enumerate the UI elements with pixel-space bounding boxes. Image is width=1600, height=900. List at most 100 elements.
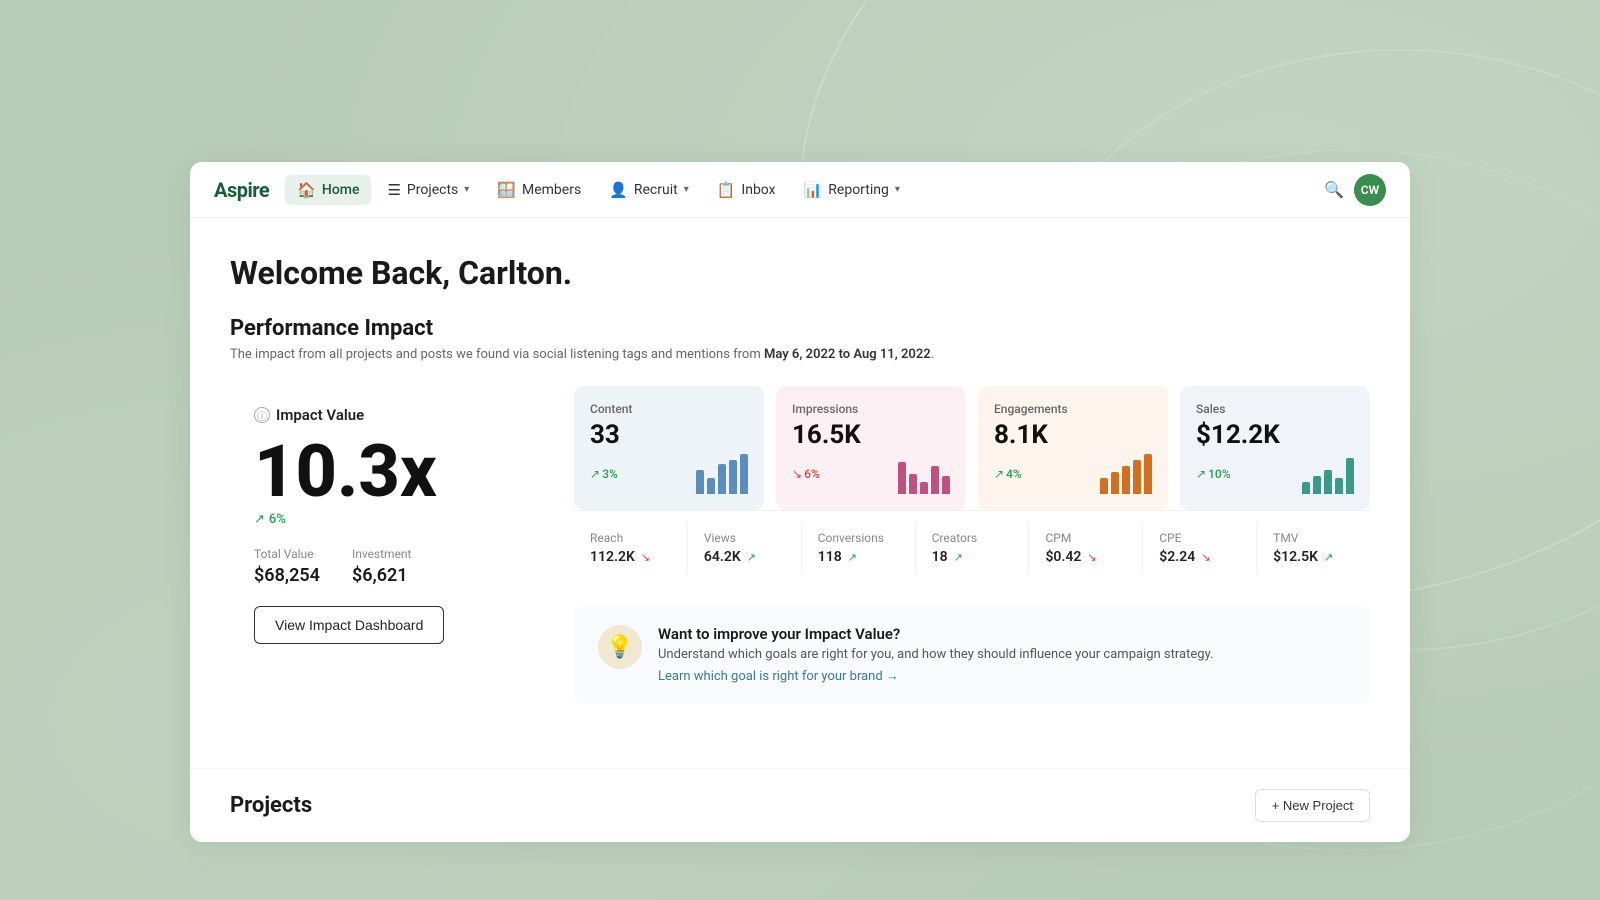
- main-container: Aspire 🏠 Home ☰ Projects ▾ 🪟 Members 👤 R…: [190, 162, 1410, 842]
- content-metric-card: Content 33 ↗ 3%: [574, 386, 764, 510]
- improve-impact-card: 💡 Want to improve your Impact Value? Und…: [574, 605, 1370, 704]
- stat-conversions-trend: ↗: [848, 551, 857, 564]
- user-avatar[interactable]: CW: [1354, 174, 1386, 206]
- impact-label: Impact Value: [276, 406, 364, 424]
- improve-title: Want to improve your Impact Value?: [658, 625, 1213, 643]
- content-card-value: 33: [590, 420, 748, 450]
- sales-bar-3: [1324, 470, 1332, 494]
- metric-cards-grid: Content 33 ↗ 3%: [574, 386, 1370, 510]
- impressions-card-footer: ↘ 6%: [792, 454, 950, 494]
- stat-reach-value-row: 112.2K ↘: [590, 549, 671, 565]
- reporting-icon: 📊: [804, 181, 823, 199]
- nav-projects-label: Projects: [407, 182, 458, 198]
- nav-projects[interactable]: ☰ Projects ▾: [375, 175, 481, 205]
- content-card-footer: ↗ 3%: [590, 454, 748, 494]
- stat-creators-trend: ↗: [954, 551, 963, 564]
- trend-up-arrow-icon: ↗: [254, 512, 265, 527]
- stat-tmv-value: $12.5K: [1273, 549, 1318, 565]
- home-icon: 🏠: [297, 181, 316, 199]
- stat-views: Views 64.2K ↗: [688, 523, 802, 573]
- impressions-metric-card: Impressions 16.5K ↘ 6%: [776, 386, 966, 510]
- stat-cpm-value: $0.42: [1045, 549, 1081, 565]
- impressions-bar-5: [942, 476, 950, 494]
- stats-row: Reach 112.2K ↘ Views 64.2K ↗: [574, 510, 1370, 585]
- impact-info-icon[interactable]: ⓘ: [254, 407, 270, 423]
- stat-views-trend: ↗: [747, 551, 756, 564]
- stat-cpe-value-row: $2.24 ↘: [1159, 549, 1240, 565]
- nav-recruit[interactable]: 👤 Recruit ▾: [597, 175, 701, 205]
- performance-section-title: Performance Impact: [230, 316, 1370, 341]
- engagements-mini-chart: [1100, 454, 1152, 494]
- nav-home[interactable]: 🏠 Home: [285, 175, 371, 205]
- engagements-bar-1: [1100, 478, 1108, 494]
- content-bar-1: [696, 470, 704, 494]
- date-range: May 6, 2022 to Aug 11, 2022: [764, 347, 931, 362]
- impressions-bar-1: [898, 462, 906, 494]
- stat-cpm: CPM $0.42 ↘: [1029, 523, 1143, 573]
- desc-suffix: .: [931, 347, 934, 362]
- projects-section-header: Projects + New Project: [190, 768, 1410, 834]
- sales-bar-4: [1335, 478, 1343, 494]
- impact-label-row: ⓘ Impact Value: [254, 406, 364, 424]
- content-trend-pct: 3%: [602, 467, 618, 481]
- reporting-chevron-icon: ▾: [895, 184, 900, 195]
- stat-cpe-value: $2.24: [1159, 549, 1195, 565]
- sales-trend: ↗ 10%: [1196, 467, 1231, 481]
- impressions-bar-2: [909, 474, 917, 494]
- main-content: Welcome Back, Carlton. Performance Impac…: [190, 218, 1410, 768]
- stat-views-label: Views: [704, 531, 785, 545]
- performance-description: The impact from all projects and posts w…: [230, 347, 1370, 362]
- view-dashboard-button[interactable]: View Impact Dashboard: [254, 606, 444, 644]
- content-card-label: Content: [590, 402, 748, 416]
- sales-mini-chart: [1302, 454, 1354, 494]
- investment-label: Investment: [352, 547, 412, 561]
- nav-members[interactable]: 🪟 Members: [485, 175, 593, 205]
- stat-conversions-value: 118: [818, 549, 842, 565]
- performance-grid: ⓘ Impact Value 10.3x ↗ 6% Total Value $6…: [230, 386, 1370, 704]
- search-button[interactable]: 🔍: [1318, 174, 1350, 206]
- engagements-bar-4: [1133, 460, 1141, 494]
- stat-reach: Reach 112.2K ↘: [574, 523, 688, 573]
- stat-creators-value: 18: [932, 549, 948, 565]
- stat-conversions-value-row: 118 ↗: [818, 549, 899, 565]
- impact-trend: ↗ 6%: [254, 512, 286, 527]
- sales-bar-1: [1302, 482, 1310, 494]
- stat-cpm-trend: ↘: [1087, 551, 1096, 564]
- stat-views-value-row: 64.2K ↗: [704, 549, 785, 565]
- nav-reporting-label: Reporting: [828, 182, 889, 198]
- impressions-trend-arrow: ↘: [792, 467, 802, 481]
- nav-inbox[interactable]: 📋 Inbox: [705, 175, 788, 205]
- impressions-mini-chart: [898, 454, 950, 494]
- engagements-trend-pct: 4%: [1006, 467, 1022, 481]
- stat-tmv-trend: ↗: [1324, 551, 1333, 564]
- investment-metric: Investment $6,621: [352, 547, 412, 586]
- improve-link[interactable]: Learn which goal is right for your brand…: [658, 668, 1213, 684]
- members-icon: 🪟: [497, 181, 516, 199]
- impact-panel: ⓘ Impact Value 10.3x ↗ 6% Total Value $6…: [230, 386, 550, 704]
- nav-reporting[interactable]: 📊 Reporting ▾: [792, 175, 912, 205]
- engagements-card-value: 8.1K: [994, 420, 1152, 450]
- projects-title: Projects: [230, 793, 312, 818]
- sales-bar-2: [1313, 476, 1321, 494]
- lightbulb-icon: 💡: [606, 635, 633, 660]
- sales-metric-card: Sales $12.2K ↗ 10%: [1180, 386, 1370, 510]
- content-trend-arrow: ↗: [590, 467, 600, 481]
- stat-conversions-label: Conversions: [818, 531, 899, 545]
- nav-members-label: Members: [522, 182, 581, 198]
- stat-cpe-trend: ↘: [1201, 551, 1210, 564]
- nav-recruit-label: Recruit: [634, 182, 678, 198]
- stat-cpm-label: CPM: [1045, 531, 1126, 545]
- sales-trend-arrow: ↗: [1196, 467, 1206, 481]
- impressions-card-label: Impressions: [792, 402, 950, 416]
- total-value-amount: $68,254: [254, 565, 320, 586]
- stat-conversions: Conversions 118 ↗: [802, 523, 916, 573]
- impressions-trend-pct: 6%: [804, 467, 820, 481]
- engagements-metric-card: Engagements 8.1K ↗ 4%: [978, 386, 1168, 510]
- recruit-chevron-icon: ▾: [684, 184, 689, 195]
- impressions-bar-4: [931, 466, 939, 494]
- engagements-bar-2: [1111, 472, 1119, 494]
- new-project-button[interactable]: + New Project: [1255, 789, 1370, 822]
- investment-amount: $6,621: [352, 565, 412, 586]
- impressions-trend: ↘ 6%: [792, 467, 820, 481]
- sales-bar-5: [1346, 458, 1354, 494]
